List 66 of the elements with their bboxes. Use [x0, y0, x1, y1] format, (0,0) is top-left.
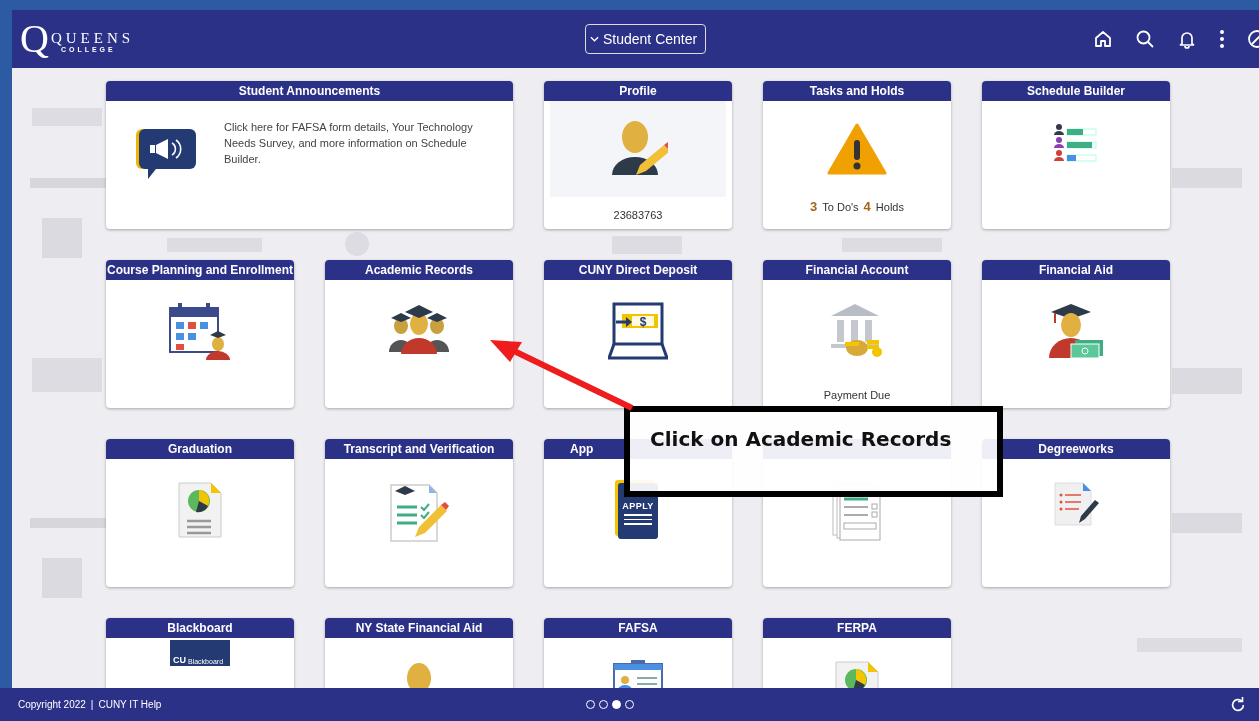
tile-title: Financial Aid	[982, 260, 1170, 280]
tile-card[interactable]: Academic Records	[325, 260, 513, 408]
student-id: 23683763	[613, 209, 663, 221]
tile-card[interactable]: NY State Financial Aid	[325, 618, 513, 688]
graduate-card-icon	[1047, 302, 1105, 360]
tile-card[interactable]: Transcript and Verification	[325, 439, 513, 587]
tile-title: Course Planning and Enrollment	[106, 260, 294, 280]
tile-title: Academic Records	[325, 260, 513, 280]
tile-title: Transcript and Verification	[325, 439, 513, 459]
college-logo-mark	[1172, 513, 1242, 533]
tile-card[interactable]: Student Announcements Click here for FAFSA form details, Your Technology Needs Survey, and more information on Schedule Builder.	[106, 81, 513, 229]
copyright-text: Copyright 2022	[18, 699, 86, 710]
logo-name: QUEENS	[50, 30, 135, 46]
status-text: Payment Due	[823, 389, 891, 401]
checklist-pencil-icon	[389, 481, 449, 543]
announcement-text: Click here for FAFSA form details, Your Technology Needs Survey, and more information on Schedule Builder.	[224, 120, 474, 167]
warning-icon	[827, 123, 887, 175]
bell-icon[interactable]	[1177, 29, 1197, 49]
college-logo-mark	[345, 232, 369, 256]
megaphone-icon	[136, 129, 196, 181]
todo-label: To Do's	[822, 201, 859, 213]
hold-count: 4	[863, 199, 871, 214]
college-logo-mark	[1172, 168, 1242, 188]
tile-title: NY State Financial Aid	[325, 618, 513, 638]
tile-card[interactable]: Tasks and Holds 3 To Do's 4 Holds	[763, 81, 951, 229]
tile-card[interactable]: FERPA	[763, 618, 951, 688]
college-logo-mark	[1172, 368, 1242, 394]
schedule-bars-icon	[1054, 123, 1098, 163]
help-link[interactable]: CUNY IT Help	[98, 699, 162, 710]
calendar-person-icon	[168, 302, 232, 360]
tile-title: Schedule Builder	[982, 81, 1170, 101]
id-card-icon	[613, 660, 663, 688]
search-icon[interactable]	[1135, 29, 1155, 49]
refresh-icon[interactable]	[1229, 695, 1247, 714]
hold-label: Holds	[875, 201, 904, 213]
tile-card[interactable]: Degreeworks	[982, 439, 1170, 587]
pie-chart-document-icon	[177, 481, 223, 539]
tile-card[interactable]: Graduation	[106, 439, 294, 587]
tile-title: Student Announcements	[106, 81, 513, 101]
page-indicator-dot[interactable]	[612, 700, 621, 709]
tile-title: Graduation	[106, 439, 294, 459]
tile-title: CUNY Direct Deposit	[544, 260, 732, 280]
tile-title: Blackboard	[106, 618, 294, 638]
tile-card[interactable]: FAFSA	[544, 618, 732, 688]
list-pen-icon	[1053, 481, 1099, 527]
caret-icon	[590, 36, 599, 42]
tile-card[interactable]: Profile 23683763	[544, 81, 732, 229]
graduates-icon	[387, 302, 451, 354]
tile-card[interactable]: Course Planning and Enrollment	[106, 260, 294, 408]
home-icon[interactable]	[1093, 29, 1113, 49]
more-menu-icon[interactable]	[1219, 29, 1225, 49]
tile-title: Financial Account	[763, 260, 951, 280]
tile-card[interactable]: Financial Aid	[982, 260, 1170, 408]
tile-card[interactable]: Financial Account Payment Due	[763, 260, 951, 408]
tile-title: FERPA	[763, 618, 951, 638]
tile-title: FAFSA	[544, 618, 732, 638]
tile-card[interactable]: Schedule Builder	[982, 81, 1170, 229]
tile-card[interactable]: CUNY Direct Deposit $	[544, 260, 732, 408]
separator: |	[90, 699, 94, 710]
tile-title: Profile	[544, 81, 732, 101]
dollar-sign: $	[639, 315, 647, 329]
tile-title: Tasks and Holds	[763, 81, 951, 101]
page-menu-button[interactable]: Student Center	[585, 24, 707, 54]
logo-letter: Q	[20, 21, 49, 57]
todo-count: 3	[810, 199, 818, 214]
laptop-banknote-icon	[608, 302, 668, 360]
